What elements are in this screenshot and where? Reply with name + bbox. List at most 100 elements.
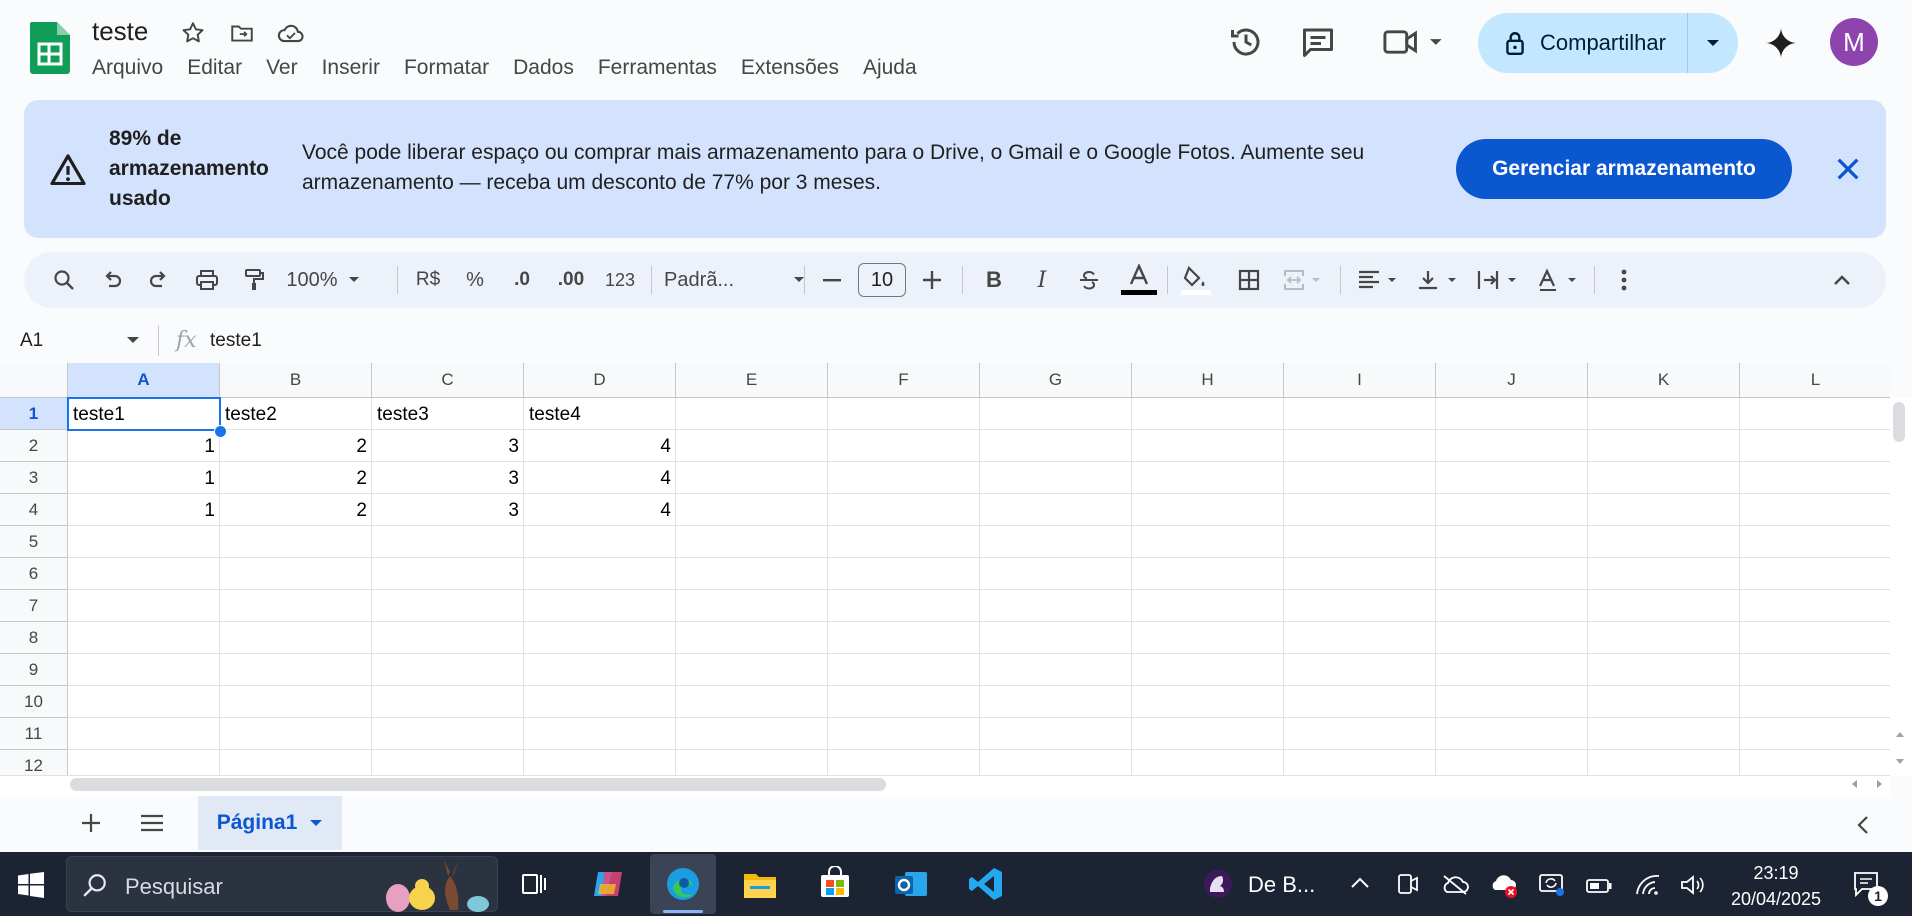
cell-f1[interactable]	[828, 398, 980, 430]
cell-k11[interactable]	[1588, 718, 1740, 750]
vertical-align-icon[interactable]	[1410, 252, 1466, 308]
sheets-logo-icon[interactable]	[30, 22, 70, 74]
cell-i10[interactable]	[1284, 686, 1436, 718]
file-explorer-icon[interactable]	[742, 868, 778, 900]
zoom-select[interactable]: 100%	[282, 252, 342, 308]
cell-i2[interactable]	[1284, 430, 1436, 462]
share-dropdown-icon[interactable]	[1688, 38, 1738, 48]
cell-d4[interactable]: 4	[524, 494, 676, 526]
cell-l10[interactable]	[1740, 686, 1890, 718]
cell-i1[interactable]	[1284, 398, 1436, 430]
meet-now-icon[interactable]	[1395, 872, 1421, 896]
cell-l5[interactable]	[1740, 526, 1890, 558]
cell-e8[interactable]	[676, 622, 828, 654]
cell-b10[interactable]	[220, 686, 372, 718]
news-widget-text[interactable]: De B...	[1248, 872, 1315, 898]
manage-storage-button[interactable]: Gerenciar armazenamento	[1456, 139, 1792, 199]
task-view-icon[interactable]	[520, 870, 548, 898]
column-header-i[interactable]: I	[1284, 363, 1436, 398]
decrease-decimal-button[interactable]: .0	[502, 252, 542, 308]
show-hidden-icons-chevron-icon[interactable]	[1350, 876, 1370, 890]
row-header-1[interactable]: 1	[0, 398, 68, 430]
cell-a2[interactable]: 1	[68, 430, 220, 462]
cell-k2[interactable]	[1588, 430, 1740, 462]
menu-data[interactable]: Dados	[501, 54, 586, 82]
cell-h12[interactable]	[1132, 750, 1284, 775]
fill-handle[interactable]	[214, 425, 227, 438]
cell-b12[interactable]	[220, 750, 372, 775]
cell-h3[interactable]	[1132, 462, 1284, 494]
cell-b5[interactable]	[220, 526, 372, 558]
horizontal-scrollbar-thumb[interactable]	[70, 778, 886, 791]
cell-d5[interactable]	[524, 526, 676, 558]
cell-f9[interactable]	[828, 654, 980, 686]
cell-i11[interactable]	[1284, 718, 1436, 750]
meet-video-icon[interactable]	[1382, 24, 1446, 60]
cell-e11[interactable]	[676, 718, 828, 750]
cell-j6[interactable]	[1436, 558, 1588, 590]
cell-k6[interactable]	[1588, 558, 1740, 590]
cell-j1[interactable]	[1436, 398, 1588, 430]
search-menus-icon[interactable]	[44, 252, 84, 308]
menu-tools[interactable]: Ferramentas	[586, 54, 729, 82]
cell-j2[interactable]	[1436, 430, 1588, 462]
cell-b4[interactable]: 2	[220, 494, 372, 526]
cell-h2[interactable]	[1132, 430, 1284, 462]
cell-f11[interactable]	[828, 718, 980, 750]
cell-a8[interactable]	[68, 622, 220, 654]
collapse-side-panel-icon[interactable]	[1856, 815, 1870, 835]
avatar[interactable]: M	[1830, 18, 1878, 66]
cell-a7[interactable]	[68, 590, 220, 622]
more-options-icon[interactable]	[1604, 252, 1644, 308]
row-header-7[interactable]: 7	[0, 590, 68, 622]
cell-c9[interactable]	[372, 654, 524, 686]
name-box-dropdown-icon[interactable]	[126, 336, 140, 344]
cell-a6[interactable]	[68, 558, 220, 590]
menu-view[interactable]: Ver	[254, 54, 310, 82]
print-icon[interactable]	[187, 252, 227, 308]
star-icon[interactable]	[180, 20, 206, 46]
cell-b7[interactable]	[220, 590, 372, 622]
cell-i4[interactable]	[1284, 494, 1436, 526]
cell-k1[interactable]	[1588, 398, 1740, 430]
cell-c12[interactable]	[372, 750, 524, 775]
fill-color-icon[interactable]	[1174, 252, 1218, 308]
spreadsheet-grid[interactable]: ABCDEFGHIJKL 1 2 3 4 5 6 7 8 9 10 11 12 teste1 teste…	[0, 363, 1890, 775]
cell-k12[interactable]	[1588, 750, 1740, 775]
cell-b9[interactable]	[220, 654, 372, 686]
cell-c6[interactable]	[372, 558, 524, 590]
cell-j4[interactable]	[1436, 494, 1588, 526]
cell-h10[interactable]	[1132, 686, 1284, 718]
cell-d7[interactable]	[524, 590, 676, 622]
vscode-icon[interactable]	[968, 866, 1004, 902]
cell-i7[interactable]	[1284, 590, 1436, 622]
cell-d10[interactable]	[524, 686, 676, 718]
increase-font-size-icon[interactable]	[912, 252, 952, 308]
cell-i5[interactable]	[1284, 526, 1436, 558]
share-button[interactable]: Compartilhar	[1478, 13, 1738, 73]
cell-e4[interactable]	[676, 494, 828, 526]
cell-b8[interactable]	[220, 622, 372, 654]
column-header-l[interactable]: L	[1740, 363, 1890, 398]
wifi-icon[interactable]	[1635, 874, 1661, 896]
news-widget-icon[interactable]	[1200, 866, 1236, 902]
cell-i12[interactable]	[1284, 750, 1436, 775]
add-sheet-icon[interactable]	[80, 812, 102, 834]
cell-j5[interactable]	[1436, 526, 1588, 558]
cell-f2[interactable]	[828, 430, 980, 462]
cell-c10[interactable]	[372, 686, 524, 718]
cell-d12[interactable]	[524, 750, 676, 775]
move-folder-icon[interactable]	[228, 20, 256, 46]
scroll-left-arrow-icon[interactable]	[1850, 779, 1858, 789]
cell-g9[interactable]	[980, 654, 1132, 686]
increase-decimal-button[interactable]: .00	[549, 252, 593, 308]
cell-e3[interactable]	[676, 462, 828, 494]
cell-i8[interactable]	[1284, 622, 1436, 654]
cell-g7[interactable]	[980, 590, 1132, 622]
paint-format-icon[interactable]	[234, 252, 274, 308]
cell-l3[interactable]	[1740, 462, 1890, 494]
cell-a1[interactable]: teste1	[68, 398, 220, 430]
column-header-g[interactable]: G	[980, 363, 1132, 398]
cell-b3[interactable]: 2	[220, 462, 372, 494]
decrease-font-size-icon[interactable]	[812, 252, 852, 308]
